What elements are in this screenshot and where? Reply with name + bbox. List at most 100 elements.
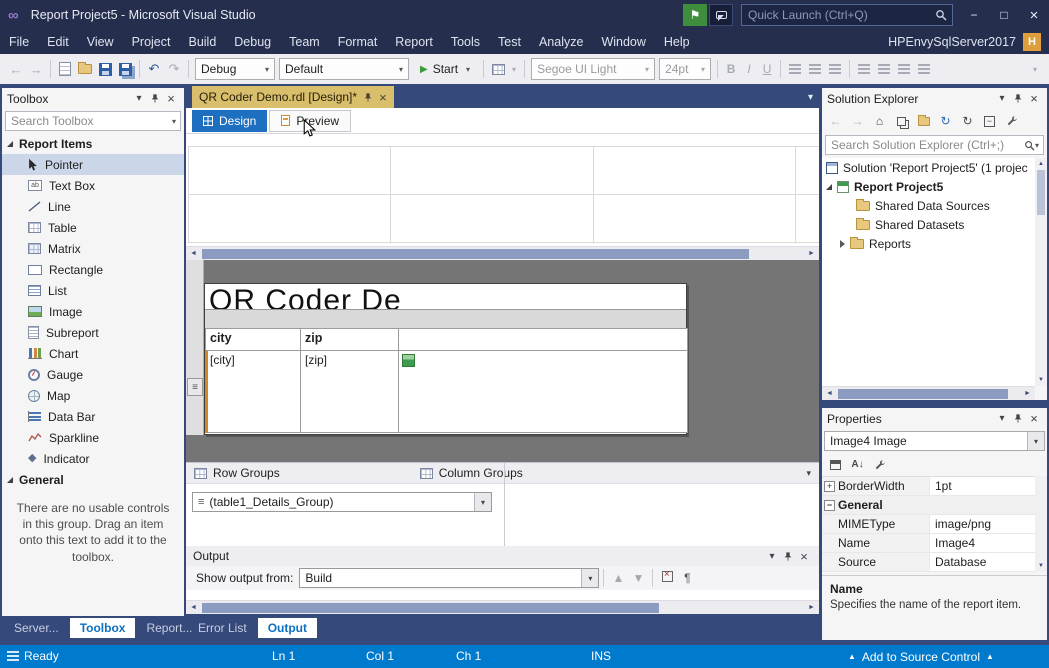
- scrollbar-thumb[interactable]: [202, 603, 659, 613]
- toolbox-item-map[interactable]: Map: [2, 385, 184, 406]
- search-icon[interactable]: [935, 9, 947, 21]
- toolbox-item-data-bar[interactable]: Data Bar: [2, 406, 184, 427]
- scrollbar-track[interactable]: [202, 601, 803, 614]
- chevron-down-icon[interactable]: ▾: [764, 548, 780, 564]
- new-file-icon[interactable]: [55, 58, 75, 80]
- font-family-dropdown[interactable]: Segoe UI Light ▾: [531, 58, 655, 80]
- pin-icon[interactable]: [363, 92, 373, 103]
- pending-changes-filter-icon[interactable]: [914, 112, 933, 130]
- tree-item-project[interactable]: Report Project5: [822, 177, 1035, 196]
- chevron-down-icon[interactable]: ▾: [508, 58, 520, 80]
- close-icon[interactable]: ×: [1026, 411, 1042, 427]
- property-row-borderwidth[interactable]: + BorderWidth 1pt: [822, 477, 1035, 496]
- scroll-left-icon[interactable]: ◄: [822, 387, 837, 400]
- feedback-button[interactable]: [709, 4, 733, 26]
- scrollbar-track[interactable]: [202, 247, 803, 260]
- toolbox-item-text-box[interactable]: Text Box: [2, 175, 184, 196]
- navigate-forward-icon[interactable]: →: [26, 58, 46, 80]
- menu-project[interactable]: Project: [123, 30, 180, 54]
- align-center-icon[interactable]: [805, 58, 825, 80]
- word-wrap-icon[interactable]: ¶: [677, 571, 697, 585]
- scroll-up-icon[interactable]: ▲: [1035, 158, 1047, 170]
- attach-icon[interactable]: [488, 58, 508, 80]
- close-button[interactable]: ×: [1019, 0, 1049, 30]
- document-tab-active[interactable]: QR Coder Demo.rdl [Design]* ×: [192, 86, 394, 108]
- table-data-cell-zip[interactable]: [zip]: [300, 350, 399, 433]
- switch-views-icon[interactable]: [892, 112, 911, 130]
- property-category-general[interactable]: − General: [822, 496, 1035, 515]
- report-title-textbox[interactable]: QR Coder De: [209, 284, 402, 309]
- clear-all-icon[interactable]: [657, 571, 677, 585]
- menu-build[interactable]: Build: [179, 30, 225, 54]
- quick-launch-box[interactable]: [741, 4, 953, 26]
- tab-toolbox[interactable]: Toolbox: [70, 618, 136, 638]
- numbered-list-icon[interactable]: [874, 58, 894, 80]
- property-value[interactable]: image/png: [930, 517, 991, 531]
- toolbox-item-gauge[interactable]: Gauge: [2, 364, 184, 385]
- toolbox-item-matrix[interactable]: Matrix: [2, 238, 184, 259]
- toolbox-item-subreport[interactable]: Subreport: [2, 322, 184, 343]
- minimize-button[interactable]: −: [959, 0, 989, 30]
- chevron-down-icon[interactable]: ▾: [172, 117, 176, 126]
- undo-icon[interactable]: ↶: [144, 58, 164, 80]
- increase-indent-icon[interactable]: [914, 58, 934, 80]
- table-header-cell-city[interactable]: city: [205, 328, 301, 351]
- solution-explorer-header[interactable]: Solution Explorer ▾ ×: [822, 88, 1047, 109]
- table-header-cell-empty[interactable]: [398, 328, 688, 351]
- tab-output[interactable]: Output: [258, 618, 317, 638]
- font-size-dropdown[interactable]: 24pt ▾: [659, 58, 711, 80]
- report-page[interactable]: QR Coder De city zip [city] [zip]: [204, 283, 687, 435]
- search-icon[interactable]: [1024, 140, 1035, 151]
- redo-icon[interactable]: ↷: [164, 58, 184, 80]
- output-source-dropdown[interactable]: Build ▾: [299, 568, 599, 588]
- expander-minus-icon[interactable]: −: [824, 500, 835, 511]
- categorized-icon[interactable]: [827, 457, 844, 473]
- tab-design[interactable]: Design: [192, 110, 267, 132]
- goto-previous-message-icon[interactable]: ▲: [608, 571, 628, 585]
- tree-item-shared-data-sources[interactable]: Shared Data Sources: [822, 196, 1035, 215]
- scrollbar-track[interactable]: [838, 387, 1019, 400]
- chevron-down-icon[interactable]: ▾: [581, 569, 598, 587]
- tab-server-explorer[interactable]: Server...: [4, 618, 69, 638]
- toolbar-overflow-icon[interactable]: ▾: [1025, 58, 1045, 80]
- toolbox-item-list[interactable]: List: [2, 280, 184, 301]
- tree-item-shared-datasets[interactable]: Shared Datasets: [822, 215, 1035, 234]
- property-value[interactable]: 1pt: [930, 479, 952, 493]
- save-icon[interactable]: [95, 58, 115, 80]
- menu-format[interactable]: Format: [329, 30, 387, 54]
- table-data-cell-image[interactable]: [398, 350, 688, 433]
- toolbox-item-chart[interactable]: Chart: [2, 343, 184, 364]
- alphabetical-icon[interactable]: A↓: [849, 457, 866, 473]
- close-icon[interactable]: ×: [796, 548, 812, 564]
- chevron-down-icon[interactable]: ▾: [806, 468, 811, 479]
- start-debug-button[interactable]: ▶ Start ▾: [413, 58, 477, 80]
- collapse-all-icon[interactable]: −: [980, 112, 999, 130]
- chevron-down-icon[interactable]: ▾: [1027, 432, 1044, 450]
- properties-shortcut-icon[interactable]: [1002, 112, 1021, 130]
- tree-item-reports[interactable]: Reports: [822, 234, 1035, 253]
- scroll-right-icon[interactable]: ►: [1020, 387, 1035, 400]
- expander-plus-icon[interactable]: +: [824, 481, 835, 492]
- image-placeholder-icon[interactable]: [402, 354, 415, 367]
- forward-icon[interactable]: →: [848, 112, 867, 130]
- align-left-icon[interactable]: [785, 58, 805, 80]
- horizontal-scrollbar[interactable]: ◄ ►: [186, 246, 819, 260]
- toolbox-item-table[interactable]: Table: [2, 217, 184, 238]
- menu-report[interactable]: Report: [386, 30, 442, 54]
- solution-platforms-dropdown[interactable]: Default ▾: [279, 58, 409, 80]
- vertical-scrollbar[interactable]: ▲ ▼: [1035, 158, 1047, 386]
- pin-icon[interactable]: [1010, 91, 1026, 107]
- tablix-header-band[interactable]: [205, 309, 686, 329]
- goto-next-message-icon[interactable]: ▼: [628, 571, 648, 585]
- menu-view[interactable]: View: [78, 30, 123, 54]
- toolbox-section-general[interactable]: General: [2, 469, 184, 490]
- scrollbar-thumb[interactable]: [1037, 170, 1045, 215]
- toolbox-item-rectangle[interactable]: Rectangle: [2, 259, 184, 280]
- open-file-icon[interactable]: [75, 58, 95, 80]
- chevron-down-icon[interactable]: ▾: [994, 411, 1010, 427]
- row-group-item[interactable]: ≡ (table1_Details_Group) ▾: [192, 492, 492, 512]
- scroll-left-icon[interactable]: ◄: [186, 601, 201, 614]
- toolbox-item-line[interactable]: Line: [2, 196, 184, 217]
- tree-item-solution[interactable]: Solution 'Report Project5' (1 projec: [822, 158, 1035, 177]
- align-right-icon[interactable]: [825, 58, 845, 80]
